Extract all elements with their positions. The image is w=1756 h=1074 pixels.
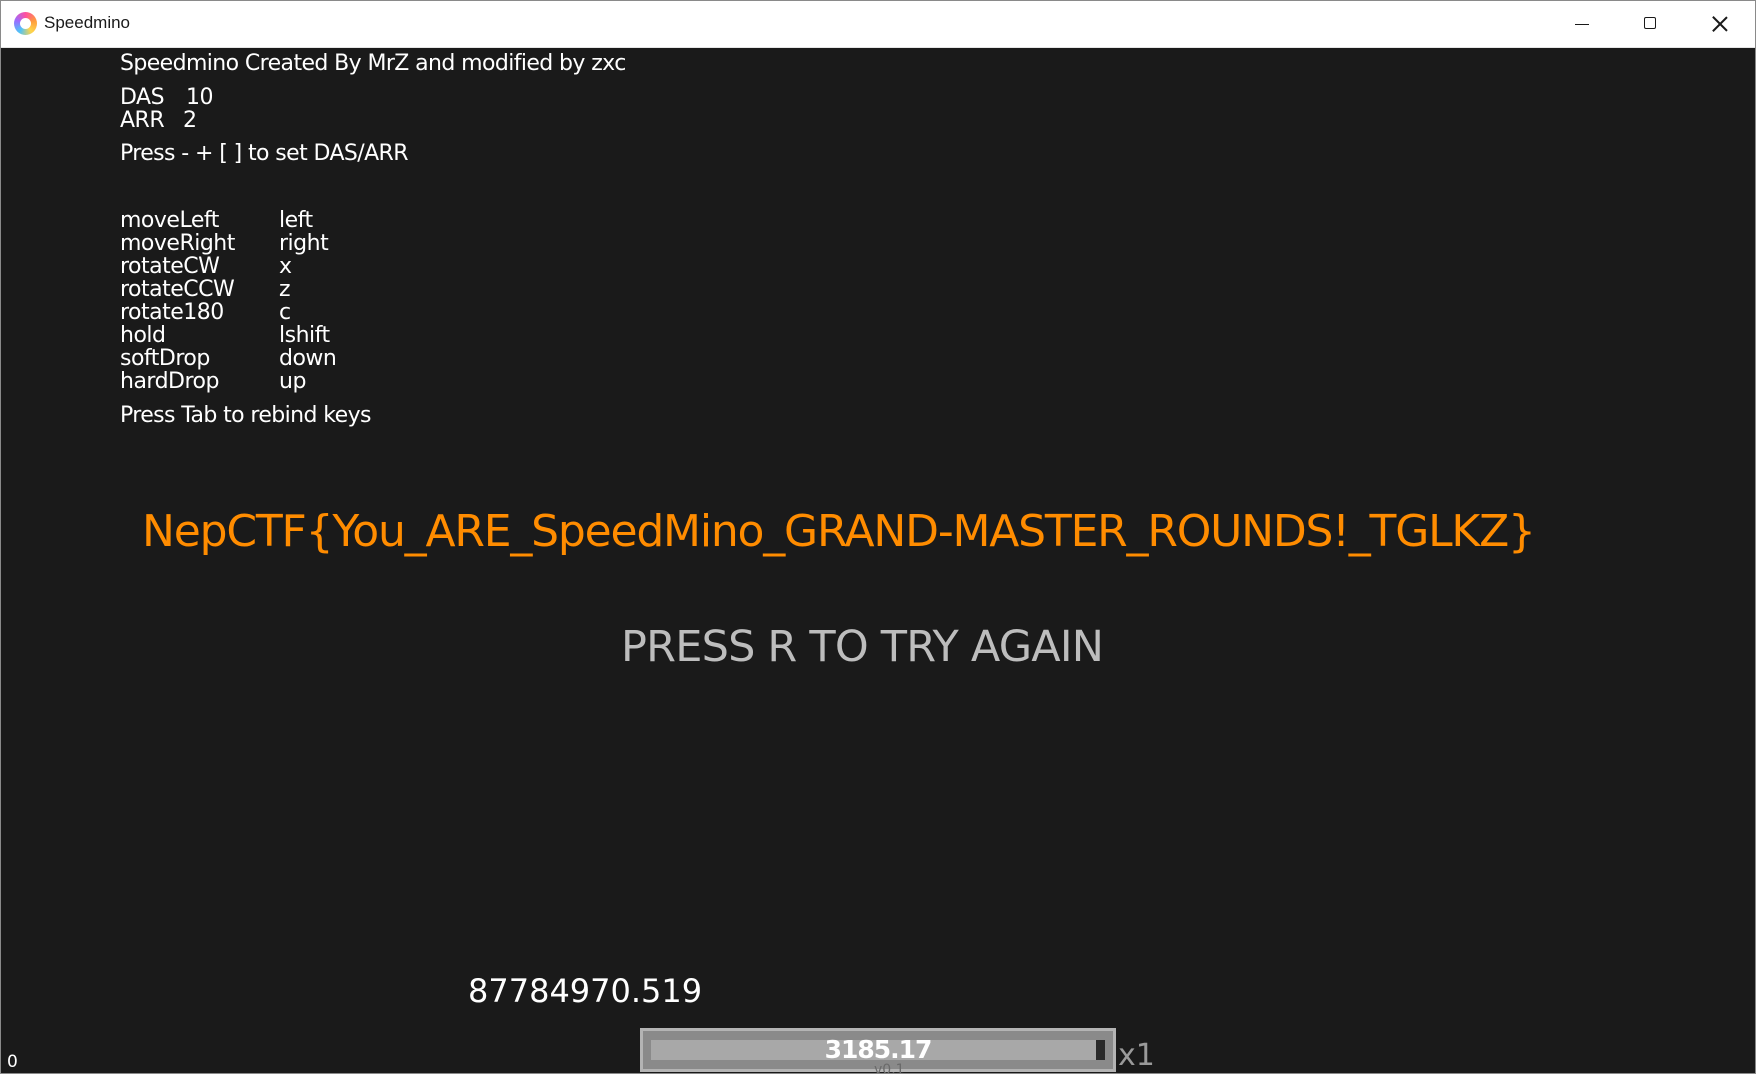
binding-action: hardDrop [120, 369, 219, 394]
binding-key: x [279, 254, 292, 279]
app-icon [14, 12, 37, 35]
binding-action: hold [120, 323, 166, 348]
progress-bar: v0.1 3185.17 [640, 1028, 1116, 1073]
app-window: Speedmino Speedmino Created By MrZ and m… [0, 0, 1756, 1074]
close-icon [1712, 16, 1728, 32]
binding-key: left [279, 208, 313, 233]
arr-label: ARR [120, 108, 165, 133]
game-canvas[interactable]: Speedmino Created By MrZ and modified by… [1, 48, 1755, 1073]
window-title: Speedmino [44, 13, 131, 32]
title-bar[interactable]: Speedmino [1, 1, 1755, 48]
arr-value: 2 [183, 108, 197, 133]
das-value: 10 [186, 85, 214, 110]
binding-action: rotate180 [120, 300, 224, 325]
corner-counter: 0 [7, 1052, 18, 1072]
binding-key: z [279, 277, 291, 302]
minimize-icon [1575, 24, 1589, 25]
das-arr-hint: Press - + [ ] to set DAS/ARR [120, 141, 409, 166]
binding-key: up [279, 369, 306, 394]
score-value: 87784970.519 [468, 972, 703, 1010]
minimize-button[interactable] [1547, 1, 1616, 47]
close-button[interactable] [1685, 1, 1754, 47]
rebind-hint: Press Tab to rebind keys [120, 403, 371, 428]
binding-key: down [279, 346, 337, 371]
binding-action: moveLeft [120, 208, 219, 233]
credit-text: Speedmino Created By MrZ and modified by… [120, 51, 626, 76]
flag-text: NepCTF{You_ARE_SpeedMino_GRAND-MASTER_RO… [142, 506, 1536, 557]
retry-prompt: PRESS R TO TRY AGAIN [621, 622, 1104, 672]
binding-action: rotateCW [120, 254, 220, 279]
das-label: DAS [120, 85, 165, 110]
binding-key: right [279, 231, 329, 256]
binding-action: softDrop [120, 346, 210, 371]
binding-key: c [279, 300, 291, 325]
progress-value: 3185.17 [824, 1035, 933, 1064]
binding-action: moveRight [120, 231, 235, 256]
binding-action: rotateCCW [120, 277, 235, 302]
maximize-button[interactable] [1616, 1, 1685, 47]
binding-key: lshift [279, 323, 330, 348]
multiplier-label: x1 [1118, 1038, 1155, 1073]
maximize-icon [1644, 17, 1656, 29]
